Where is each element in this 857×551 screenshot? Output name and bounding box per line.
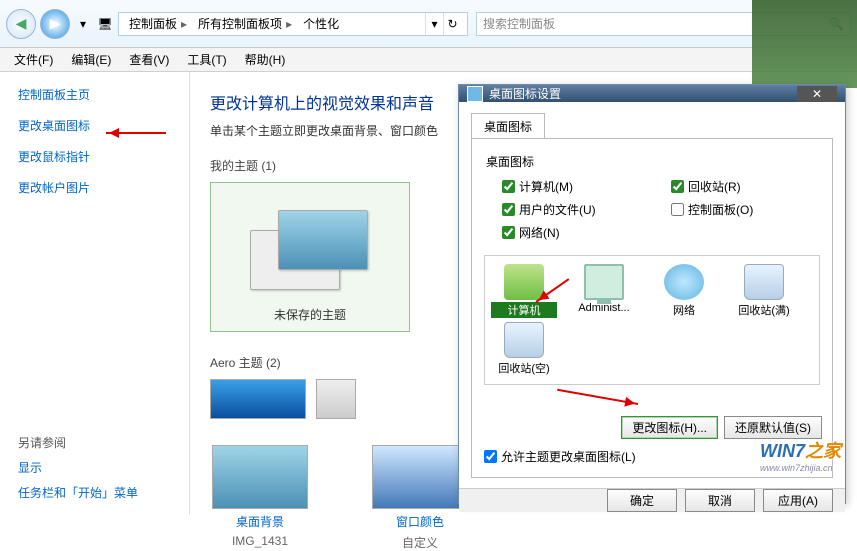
desktop-icon-label: 网络 (651, 302, 717, 318)
checkbox-label: 网络(N) (519, 224, 560, 241)
close-icon[interactable]: ✕ (797, 86, 837, 102)
menu-view[interactable]: 查看(V) (121, 49, 177, 70)
check-1[interactable]: 回收站(R) (671, 178, 820, 195)
sidebar-seealso-display[interactable]: 显示 (18, 459, 171, 476)
aero-theme-thumb[interactable] (316, 379, 356, 419)
apply-button[interactable]: 应用(A) (763, 489, 833, 512)
monitor-icon: 🖥 (96, 15, 114, 33)
dialog-footer: 确定 取消 应用(A) (459, 488, 845, 512)
group-label: 桌面图标 (486, 153, 820, 170)
sidebar-home[interactable]: 控制面板主页 (18, 86, 171, 103)
check-0[interactable]: 计算机(M) (502, 178, 651, 195)
menu-tools[interactable]: 工具(T) (179, 49, 234, 70)
desktop-icon-item[interactable]: Administ... (571, 264, 637, 318)
sidebar-link-change-mouse-pointer[interactable]: 更改鼠标指针 (18, 148, 171, 165)
desktop-peek (752, 0, 857, 88)
desktop-icon-item[interactable]: 计算机 (491, 264, 557, 318)
sidebar-link-change-account-picture[interactable]: 更改帐户图片 (18, 179, 171, 196)
desktop-icon-item[interactable]: 回收站(满) (731, 264, 797, 318)
change-icon-button[interactable]: 更改图标(H)... (621, 416, 718, 439)
checkbox[interactable] (502, 226, 515, 239)
tile-window-color[interactable]: 窗口颜色 自定义 (370, 445, 470, 551)
menu-file[interactable]: 文件(F) (6, 49, 61, 70)
search-placeholder: 搜索控制面板 (483, 15, 555, 32)
dialog-titlebar[interactable]: 桌面图标设置 ✕ (459, 85, 845, 102)
desktop-icon (664, 264, 704, 300)
desktop-icon-settings-dialog: 桌面图标设置 ✕ 桌面图标 桌面图标 计算机(M) 回收站(R) 用户的文件(U) 控… (458, 84, 846, 504)
desktop-icon-label: 回收站(满) (731, 302, 797, 318)
history-dropdown-icon[interactable]: ▾ (74, 15, 92, 33)
menu-edit[interactable]: 编辑(E) (63, 49, 119, 70)
tile-thumb (372, 445, 468, 509)
tile-sub: IMG_1431 (232, 534, 288, 548)
tile-title: 窗口颜色 (396, 513, 444, 530)
sidebar-seealso-taskbar[interactable]: 任务栏和「开始」菜单 (18, 484, 171, 501)
check-4[interactable]: 网络(N) (502, 224, 651, 241)
theme-unsaved[interactable]: 未保存的主题 (210, 182, 410, 332)
checkbox[interactable] (671, 203, 684, 216)
allow-themes-label: 允许主题更改桌面图标(L) (501, 448, 636, 465)
menu-bar: 文件(F) 编辑(E) 查看(V) 工具(T) 帮助(H) (0, 48, 857, 72)
desktop-icon-item[interactable]: 网络 (651, 264, 717, 318)
nav-back-button[interactable]: ◀ (6, 9, 36, 39)
address-bar: ◀ ▶ ▾ 🖥 控制面板 所有控制面板项 个性化 ▾ ↻ 搜索控制面板 🔍 (0, 0, 857, 48)
check-2[interactable]: 用户的文件(U) (502, 201, 651, 218)
tile-sub: 自定义 (402, 534, 438, 551)
nav-forward-button[interactable]: ▶ (40, 9, 70, 39)
tile-desktop-background[interactable]: 桌面背景 IMG_1431 (210, 445, 310, 551)
sidebar: 控制面板主页 更改桌面图标 更改鼠标指针 更改帐户图片 另请参阅 显示 任务栏和… (0, 72, 190, 515)
desktop-icon (504, 322, 544, 358)
desktop-icon-label: 回收站(空) (491, 360, 557, 376)
checkbox[interactable] (502, 203, 515, 216)
desktop-icon (744, 264, 784, 300)
desktop-icon-label: 计算机 (491, 302, 557, 318)
tab-desktop-icons[interactable]: 桌面图标 (471, 113, 545, 139)
theme-thumb-front (278, 210, 368, 270)
checkbox-label: 计算机(M) (519, 178, 573, 195)
tile-thumb (212, 445, 308, 509)
icon-well: 计算机 Administ... 网络回收站(满) 回收站(空) (484, 255, 820, 385)
checkbox-label: 控制面板(O) (688, 201, 753, 218)
ok-button[interactable]: 确定 (607, 489, 677, 512)
aero-theme-thumb[interactable] (210, 379, 306, 419)
refresh-icon[interactable]: ↻ (443, 13, 461, 35)
breadcrumb-item[interactable]: 控制面板 (125, 15, 194, 32)
cancel-button[interactable]: 取消 (685, 489, 755, 512)
breadcrumb-item[interactable]: 个性化 (299, 15, 346, 32)
checkbox[interactable] (502, 180, 515, 193)
checkbox-label: 回收站(R) (688, 178, 741, 195)
sidebar-seealso-label: 另请参阅 (18, 436, 66, 450)
dialog-icon (467, 86, 483, 102)
checkbox-label: 用户的文件(U) (519, 201, 596, 218)
restore-default-button[interactable]: 还原默认值(S) (724, 416, 822, 439)
breadcrumb-item[interactable]: 所有控制面板项 (194, 15, 299, 32)
menu-help[interactable]: 帮助(H) (237, 49, 294, 70)
tab-panel: 桌面图标 计算机(M) 回收站(R) 用户的文件(U) 控制面板(O) 网络(N) 计算… (471, 138, 833, 478)
desktop-icon (584, 264, 624, 300)
allow-themes-checkbox[interactable] (484, 450, 497, 463)
annotation-arrow (106, 132, 166, 134)
desktop-icon-item[interactable]: 回收站(空) (491, 322, 557, 376)
check-3[interactable]: 控制面板(O) (671, 201, 820, 218)
breadcrumb[interactable]: 控制面板 所有控制面板项 个性化 ▾ ↻ (118, 12, 468, 36)
dialog-title: 桌面图标设置 (489, 85, 561, 102)
breadcrumb-dropdown-icon[interactable]: ▾ (425, 13, 443, 35)
tile-title: 桌面背景 (236, 513, 284, 530)
checkbox[interactable] (671, 180, 684, 193)
theme-unsaved-label: 未保存的主题 (274, 306, 346, 323)
